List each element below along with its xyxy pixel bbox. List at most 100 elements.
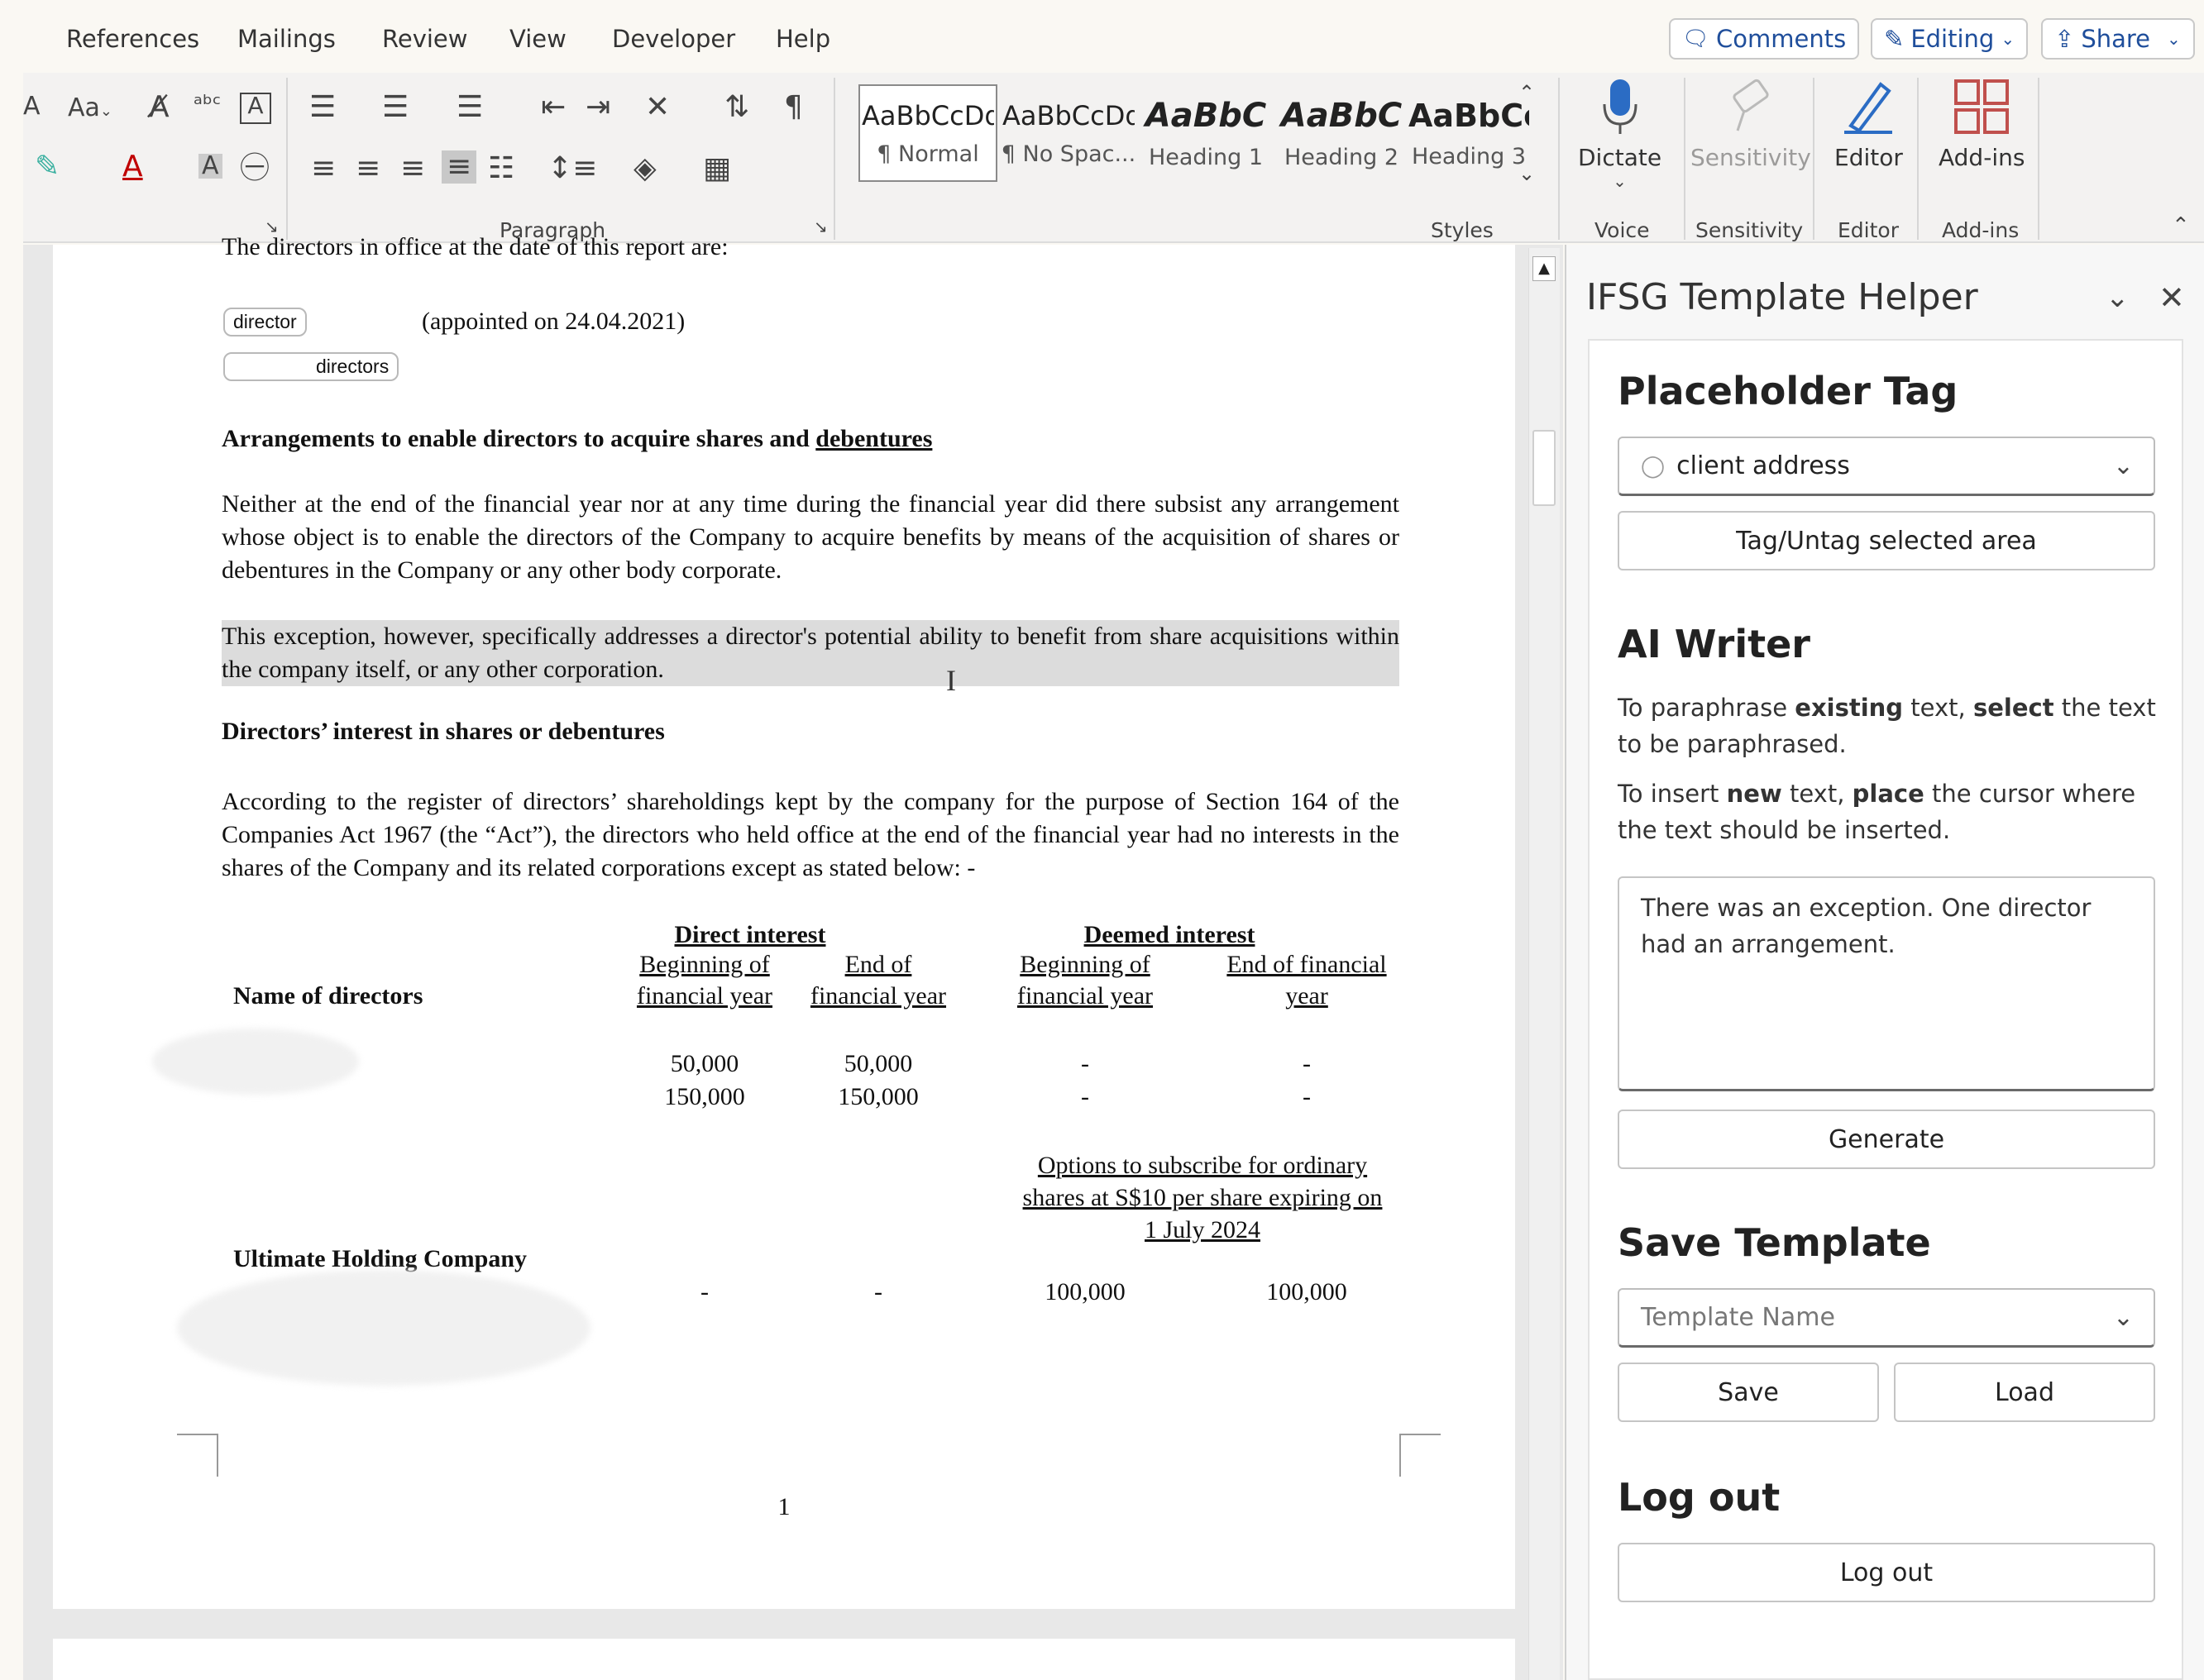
add-ins-button[interactable]: Add-ins bbox=[1939, 78, 2025, 171]
save-button[interactable]: Save bbox=[1618, 1363, 1879, 1422]
menu-developer[interactable]: Developer bbox=[612, 25, 735, 53]
scroll-thumb[interactable] bbox=[1532, 430, 1556, 506]
table-cell: - bbox=[874, 1278, 882, 1305]
margin-mark bbox=[1399, 1434, 1441, 1477]
character-border-icon[interactable]: A bbox=[240, 93, 271, 124]
pencil-icon: ✎ bbox=[1884, 25, 1905, 53]
heading-arrangements: Arrangements to enable directors to acqu… bbox=[222, 425, 933, 452]
cut-off-line: The directors in office at the date of t… bbox=[222, 233, 729, 260]
style-heading-2[interactable]: AaBbC Heading 2 bbox=[1272, 84, 1411, 182]
show-formatting-icon[interactable]: ¶ bbox=[784, 93, 803, 122]
header-deemed-end: End of financial year bbox=[1226, 951, 1387, 1009]
style-heading-3[interactable]: AaBbCc Heading 3 bbox=[1406, 84, 1532, 182]
share-button[interactable]: ⇪ Share ⌄ bbox=[2041, 18, 2195, 60]
ai-prompt-textarea[interactable]: There was an exception. One director had… bbox=[1618, 876, 2155, 1091]
template-name-select[interactable]: Template Name ⌄ bbox=[1618, 1288, 2155, 1348]
text-effects-icon[interactable]: ᵃᵇᶜ bbox=[194, 93, 221, 116]
paragraph-exception-selected[interactable]: This exception, however, specifically ad… bbox=[222, 620, 1399, 686]
table-cell: - bbox=[1081, 1050, 1089, 1077]
styles-scroll-up-icon[interactable]: ⌃ bbox=[1518, 83, 1535, 103]
save-template-heading: Save Template bbox=[1618, 1220, 1931, 1265]
decrease-indent-icon[interactable]: ⇤ bbox=[541, 93, 566, 122]
margin-mark bbox=[177, 1434, 218, 1477]
table-cell: - bbox=[1303, 1083, 1311, 1110]
log-out-button[interactable]: Log out bbox=[1618, 1543, 2155, 1602]
header-direct-end: End of financial year bbox=[810, 951, 947, 1009]
line-spacing-icon[interactable]: ↕≡ bbox=[547, 154, 597, 184]
menu-references[interactable]: References bbox=[66, 25, 199, 53]
style-heading-1[interactable]: AaBbC Heading 1 bbox=[1136, 84, 1275, 182]
enclose-characters-icon[interactable]: ㊀ bbox=[240, 154, 270, 184]
style-no-spacing[interactable]: AaBbCcDd ¶ No Spac... bbox=[999, 84, 1138, 182]
clear-formatting-icon[interactable]: A̸ bbox=[149, 93, 170, 122]
editor-button[interactable]: Editor bbox=[1834, 78, 1903, 171]
asian-layout-icon[interactable]: ✕ bbox=[645, 93, 670, 122]
align-right-icon[interactable]: ≡ bbox=[400, 154, 425, 184]
page-number: 1 bbox=[777, 1493, 791, 1520]
collapse-ribbon-icon[interactable]: ⌃ bbox=[2172, 215, 2190, 236]
generate-button[interactable]: Generate bbox=[1618, 1110, 2155, 1169]
scroll-up-icon[interactable]: ▲ bbox=[1532, 256, 1556, 281]
distributed-icon[interactable]: ☷ bbox=[488, 154, 514, 184]
paragraph-dialog-launcher-icon[interactable]: ↘ bbox=[814, 218, 828, 235]
table-cell: 100,000 bbox=[1045, 1278, 1126, 1305]
highlight-icon[interactable]: ✎ bbox=[35, 152, 60, 182]
borders-icon[interactable]: ▦ bbox=[703, 154, 731, 184]
chevron-down-icon: ⌄ bbox=[2001, 29, 2015, 49]
table-cell: 50,000 bbox=[844, 1050, 913, 1077]
table-cell: 150,000 bbox=[664, 1083, 745, 1110]
sort-icon[interactable]: ⇅ bbox=[724, 93, 749, 122]
font-dialog-launcher-icon[interactable]: ↘ bbox=[265, 218, 279, 235]
menu-review[interactable]: Review bbox=[382, 25, 467, 53]
header-direct-interest: Direct interest bbox=[674, 921, 826, 948]
increase-indent-icon[interactable]: ⇥ bbox=[586, 93, 610, 122]
chevron-down-icon[interactable]: ⌄ bbox=[2106, 281, 2130, 314]
multilevel-list-icon[interactable]: ☰ bbox=[457, 93, 483, 122]
chevron-down-icon: ⌄ bbox=[2112, 1303, 2134, 1332]
justify-icon[interactable]: ≡ bbox=[442, 150, 477, 184]
editing-button[interactable]: ✎ Editing ⌄ bbox=[1871, 18, 2029, 60]
add-ins-group-label: Add-ins bbox=[1942, 218, 2020, 242]
align-left-icon[interactable]: ≡ bbox=[311, 154, 336, 184]
style-normal[interactable]: AaBbCcDd ¶ Normal bbox=[858, 84, 997, 182]
task-pane-content: Placeholder Tag ◯ client address ⌄ Tag/U… bbox=[1588, 339, 2183, 1680]
table-cell: - bbox=[1303, 1050, 1311, 1077]
tag-untag-button[interactable]: Tag/Untag selected area bbox=[1618, 511, 2155, 570]
table-cell: - bbox=[1081, 1083, 1089, 1110]
document-page[interactable]: The directors in office at the date of t… bbox=[53, 233, 1515, 1609]
placeholder-select[interactable]: ◯ client address ⌄ bbox=[1618, 437, 2155, 496]
redacted-name bbox=[152, 1029, 359, 1095]
table-cell: 50,000 bbox=[670, 1050, 739, 1077]
redacted-name bbox=[177, 1270, 590, 1386]
change-case-button[interactable]: Aa⌄ bbox=[68, 96, 112, 121]
numbering-icon[interactable]: ☰ bbox=[382, 93, 409, 122]
placeholder-tag-chip-directors[interactable]: directors bbox=[223, 352, 399, 381]
menu-view[interactable]: View bbox=[509, 25, 567, 53]
comments-button[interactable]: 🗨 Comments bbox=[1669, 18, 1860, 60]
sensitivity-button[interactable]: Sensitivity bbox=[1690, 78, 1811, 171]
placeholder-tag-chip[interactable]: director bbox=[223, 308, 307, 336]
ai-instruction-insert: To insert new text, place the cursor whe… bbox=[1618, 780, 2136, 844]
share-icon: ⇪ bbox=[2054, 25, 2075, 53]
bullets-icon[interactable]: ☰ bbox=[309, 93, 336, 122]
chevron-down-icon: ⌄ bbox=[2112, 451, 2134, 480]
styles-more-icon[interactable]: ⌄ bbox=[1518, 164, 1535, 184]
log-out-heading: Log out bbox=[1618, 1475, 1781, 1520]
font-color-icon[interactable]: A bbox=[122, 152, 143, 182]
close-icon[interactable]: ✕ bbox=[2159, 279, 2185, 316]
comment-icon: ◯ bbox=[1641, 453, 1666, 479]
paragraph-register: According to the register of directors’ … bbox=[222, 788, 1399, 881]
ribbon: A Aa⌄ A̸ ᵃᵇᶜ A ✎ A A ㊀ ☰ ☰ ☰ ⇤ ⇥ ✕ ⇅ ¶ ≡… bbox=[23, 73, 2204, 243]
load-button[interactable]: Load bbox=[1894, 1363, 2155, 1422]
microphone-icon bbox=[1603, 79, 1637, 134]
font-grow-icon[interactable]: A bbox=[23, 94, 41, 119]
shading-icon[interactable]: ◈ bbox=[633, 154, 657, 184]
dictate-button[interactable]: Dictate ⌄ bbox=[1578, 78, 1661, 191]
character-shading-icon[interactable]: A bbox=[198, 154, 222, 179]
editor-icon bbox=[1844, 82, 1893, 134]
vertical-scrollbar[interactable]: ▲ bbox=[1528, 248, 1560, 1680]
menu-mailings[interactable]: Mailings bbox=[237, 25, 336, 53]
align-center-icon[interactable]: ≡ bbox=[356, 154, 380, 184]
header-deemed-beginning: Beginning of financial year bbox=[1016, 951, 1154, 1009]
menu-help[interactable]: Help bbox=[776, 25, 830, 53]
